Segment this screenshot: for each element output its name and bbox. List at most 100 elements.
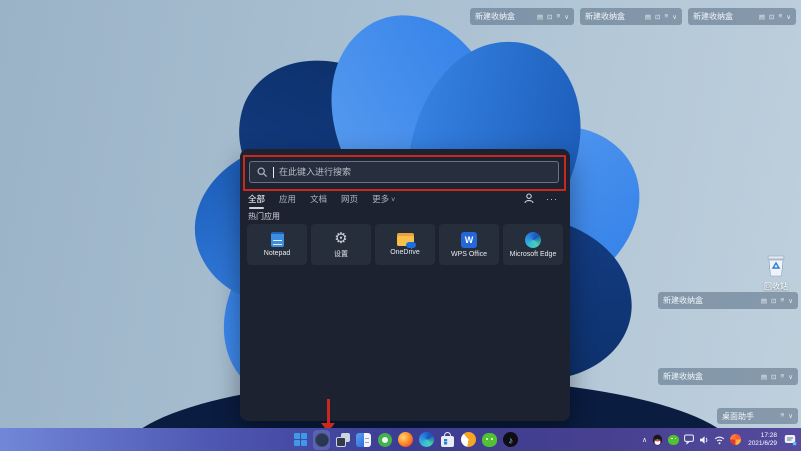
collapse-icon[interactable]: ∨: [786, 13, 791, 21]
app-tile-label: WPS Office: [451, 251, 487, 258]
app-tile-edge[interactable]: Microsoft Edge: [503, 224, 563, 265]
organizer-box-right-1[interactable]: 新建收纳盒 ▤ ⊡ ≡ ∨: [658, 292, 798, 309]
wps-icon: W: [461, 232, 477, 248]
tab-apps[interactable]: 应用: [279, 193, 296, 209]
more-options-icon[interactable]: ···: [546, 194, 558, 204]
pin-icon[interactable]: ⊡: [771, 373, 776, 381]
edge-icon: [525, 232, 541, 248]
collapse-icon[interactable]: ∨: [788, 412, 793, 420]
recycle-bin-label: 回收站: [755, 281, 797, 292]
app-tile-settings[interactable]: ⚙ 设置: [311, 224, 371, 265]
network-icon[interactable]: [714, 435, 725, 445]
search-header-actions: ···: [524, 193, 558, 204]
organizer-box-toolbar: ▤ ⊡ ≡ ∨: [761, 297, 793, 305]
organizer-box-right-2[interactable]: 新建收纳盒 ▤ ⊡ ≡ ∨: [658, 368, 798, 385]
chat-tray-icon[interactable]: [684, 434, 694, 445]
pin-icon[interactable]: ⊡: [655, 13, 660, 21]
collapse-icon[interactable]: ∨: [672, 13, 677, 21]
collapse-icon[interactable]: ∨: [564, 13, 569, 21]
organizer-box-top-2[interactable]: 新建收纳盒 ▤ ⊡ ≡ ∨: [580, 8, 682, 25]
organizer-box-toolbar: ▤ ⊡ ≡ ∨: [759, 13, 791, 21]
organizer-box-top-3[interactable]: 新建收纳盒 ▤ ⊡ ≡ ∨: [688, 8, 796, 25]
desktop-assistant-toolbar: ≡ ∨: [780, 412, 793, 420]
app-tile-notepad[interactable]: Notepad: [247, 224, 307, 265]
taskbar-search-icon: [315, 433, 329, 447]
wechat-tray-icon[interactable]: [668, 435, 679, 445]
pin-icon[interactable]: ⊡: [769, 13, 774, 21]
tab-documents[interactable]: 文档: [310, 193, 327, 209]
taskbar-app-icons: ♪: [292, 428, 519, 451]
wechat-button[interactable]: [481, 430, 498, 450]
start-button[interactable]: [292, 430, 309, 450]
douyin-button[interactable]: ♪: [502, 430, 519, 450]
menu-icon[interactable]: ≡: [780, 412, 784, 420]
app-tile-label: Notepad: [264, 250, 290, 257]
security-app-tray-icon[interactable]: [730, 434, 741, 445]
annotation-arrow-line: [327, 399, 330, 425]
volume-icon[interactable]: [699, 435, 709, 445]
pin-icon[interactable]: ⊡: [547, 13, 552, 21]
organizer-box-top-1[interactable]: 新建收纳盒 ▤ ⊡ ≡ ∨: [470, 8, 574, 25]
green-ring-browser-button[interactable]: [376, 430, 393, 450]
layout-icon[interactable]: ▤: [537, 13, 543, 21]
top-apps-tiles: Notepad ⚙ 设置 OneDrive W WPS Office Micro…: [247, 224, 563, 265]
menu-icon[interactable]: ≡: [664, 13, 668, 21]
layout-icon[interactable]: ▤: [761, 297, 767, 305]
organizer-box-title: 新建收纳盒: [475, 11, 537, 22]
organizer-box-title: 新建收纳盒: [585, 11, 645, 22]
account-icon[interactable]: [524, 193, 534, 204]
search-filter-tabs: 全部 应用 文档 网页 更多˅: [248, 193, 395, 209]
clock-date: 2021/6/29: [748, 440, 777, 448]
onedrive-folder-icon: [397, 233, 414, 246]
search-input-container[interactable]: [249, 161, 559, 183]
notepad-icon: [271, 232, 284, 247]
green-ring-browser-icon: [378, 433, 392, 447]
taskbar-clock[interactable]: 17:28 2021/6/29: [748, 432, 777, 448]
edge-icon: [419, 432, 434, 447]
edge-button[interactable]: [418, 430, 435, 450]
layout-icon[interactable]: ▤: [645, 13, 651, 21]
tab-all[interactable]: 全部: [248, 193, 265, 209]
organizer-box-toolbar: ▤ ⊡ ≡ ∨: [761, 373, 793, 381]
taskbar-search-button[interactable]: [313, 430, 330, 450]
search-input[interactable]: [279, 167, 551, 177]
task-view-icon: [336, 433, 350, 447]
menu-icon[interactable]: ≡: [780, 373, 784, 381]
menu-icon[interactable]: ≡: [780, 297, 784, 305]
clock-time: 17:28: [761, 432, 777, 440]
qq-tray-icon[interactable]: [652, 433, 663, 446]
desktop-assistant-title: 桌面助手: [722, 411, 780, 422]
task-view-button[interactable]: [334, 430, 351, 450]
app-tile-label: OneDrive: [390, 249, 420, 256]
pin-icon[interactable]: ⊡: [771, 297, 776, 305]
recycle-bin[interactable]: 回收站: [755, 254, 797, 292]
text-caret: [273, 167, 274, 178]
desktop: 新建收纳盒 ▤ ⊡ ≡ ∨ 新建收纳盒 ▤ ⊡ ≡ ∨ 新建收纳盒 ▤ ⊡ ≡ …: [0, 0, 801, 451]
microsoft-store-button[interactable]: [439, 430, 456, 450]
yellow-media-app-button[interactable]: [460, 430, 477, 450]
taskbar: ♪ ∧: [0, 428, 801, 451]
widgets-button[interactable]: [355, 430, 372, 450]
app-tile-label: Microsoft Edge: [510, 251, 557, 258]
section-title: 热门应用: [248, 211, 280, 222]
widgets-icon: [356, 433, 371, 447]
menu-icon[interactable]: ≡: [556, 13, 560, 21]
tray-expand-icon[interactable]: ∧: [642, 436, 647, 444]
menu-icon[interactable]: ≡: [778, 13, 782, 21]
tab-more[interactable]: 更多˅: [372, 193, 395, 209]
organizer-box-title: 新建收纳盒: [693, 11, 759, 22]
desktop-assistant-bar[interactable]: 桌面助手 ≡ ∨: [717, 408, 798, 424]
collapse-icon[interactable]: ∨: [788, 373, 793, 381]
collapse-icon[interactable]: ∨: [788, 297, 793, 305]
firefox-button[interactable]: [397, 430, 414, 450]
app-tile-wps-office[interactable]: W WPS Office: [439, 224, 499, 265]
layout-icon[interactable]: ▤: [759, 13, 765, 21]
notification-icon[interactable]: [784, 434, 797, 446]
tab-web[interactable]: 网页: [341, 193, 358, 209]
app-tile-onedrive[interactable]: OneDrive: [375, 224, 435, 265]
organizer-box-toolbar: ▤ ⊡ ≡ ∨: [537, 13, 569, 21]
layout-icon[interactable]: ▤: [761, 373, 767, 381]
douyin-icon: ♪: [503, 432, 518, 447]
windows-logo-icon: [294, 433, 307, 446]
tab-more-label: 更多: [372, 194, 389, 204]
